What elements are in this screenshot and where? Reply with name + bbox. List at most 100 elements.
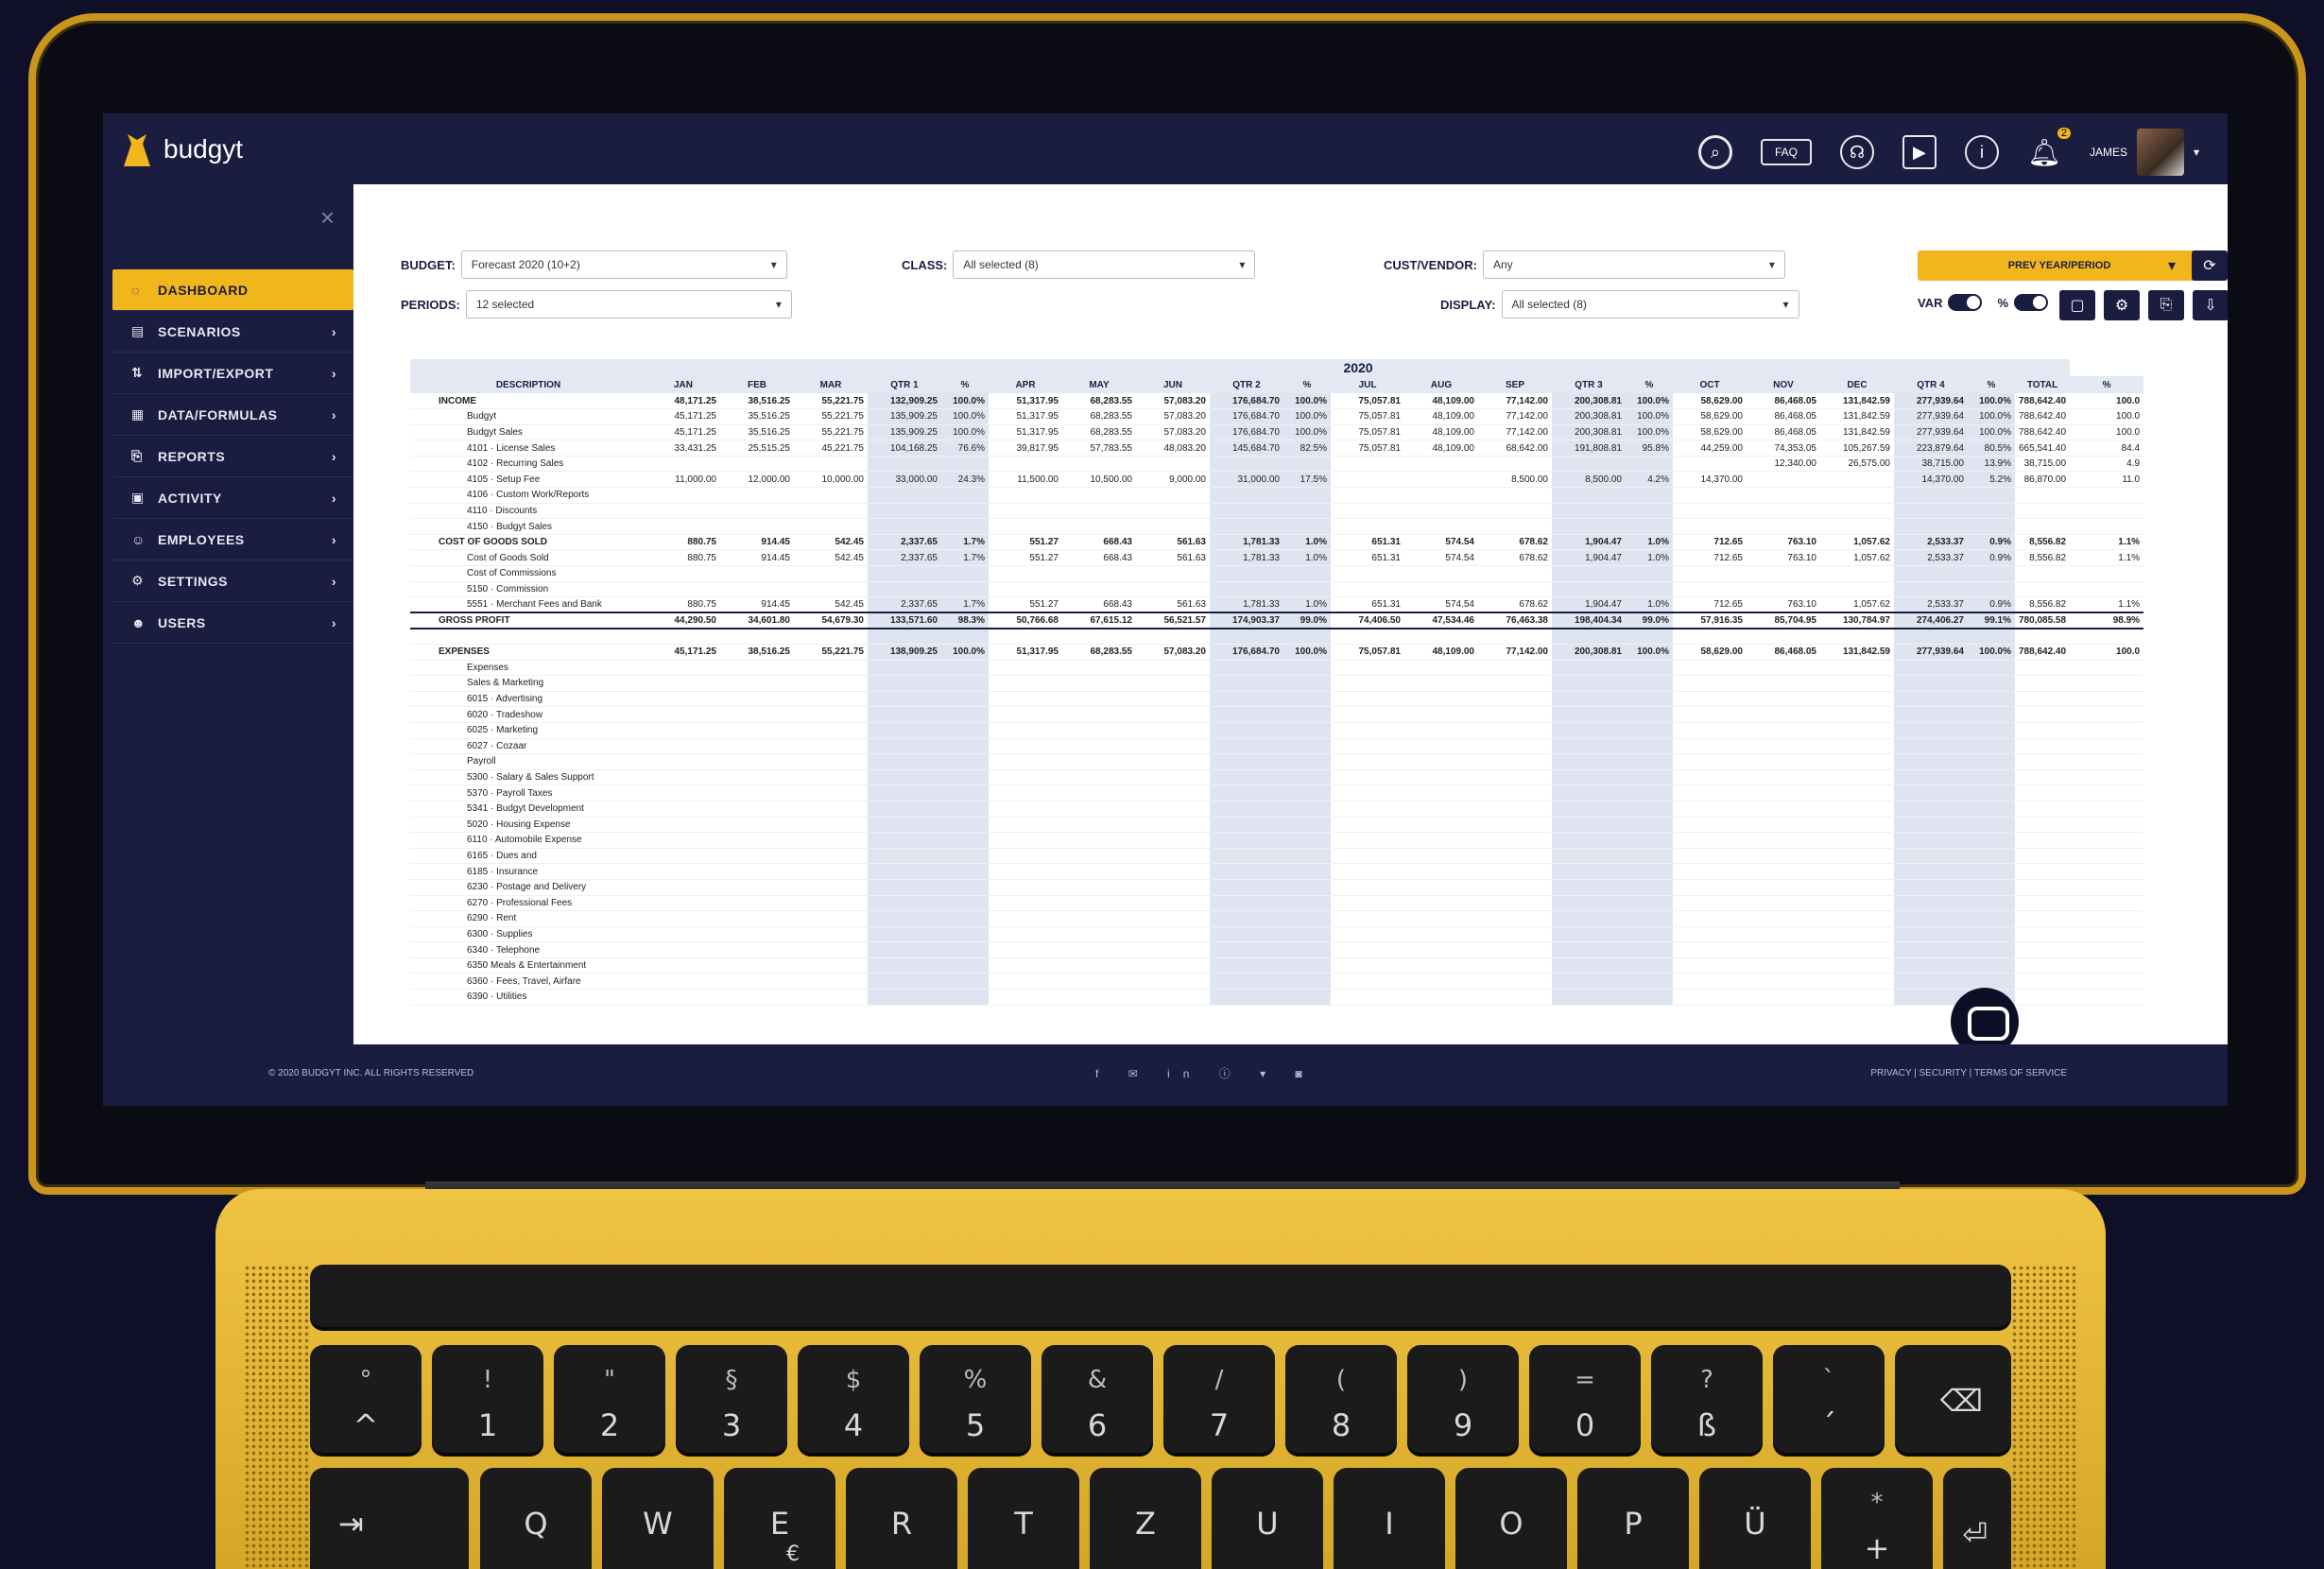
table-cell[interactable]	[720, 722, 794, 739]
table-cell[interactable]	[2070, 879, 2144, 896]
table-cell[interactable]	[868, 769, 941, 786]
table-cell[interactable]	[1820, 518, 1894, 535]
table-cell[interactable]: 17.5%	[1283, 471, 1331, 489]
table-cell[interactable]	[1210, 863, 1283, 880]
table-cell[interactable]	[1478, 973, 1552, 991]
table-cell[interactable]	[868, 738, 941, 755]
table-cell[interactable]: 651.31	[1331, 596, 1404, 613]
table-cell[interactable]	[1626, 973, 1673, 991]
table-cell[interactable]	[646, 801, 720, 818]
table-cell[interactable]	[989, 879, 1062, 896]
table-cell[interactable]	[794, 926, 868, 943]
var-toggle[interactable]	[1948, 294, 1983, 311]
table-cell[interactable]	[1210, 801, 1283, 818]
table-cell[interactable]	[1404, 863, 1478, 880]
table-cell[interactable]	[868, 706, 941, 723]
table-cell[interactable]	[1062, 738, 1136, 755]
table-cell[interactable]: 57,916.35	[1673, 612, 1747, 629]
table-cell[interactable]	[720, 784, 794, 802]
table-cell[interactable]	[1062, 817, 1136, 834]
table-cell[interactable]	[794, 503, 868, 520]
table-cell[interactable]: 100.0%	[1626, 408, 1673, 425]
table-cell[interactable]	[1331, 879, 1404, 896]
table-cell[interactable]	[1136, 989, 1210, 1006]
table-cell[interactable]	[720, 660, 794, 677]
table-cell[interactable]	[1820, 565, 1894, 582]
table-cell[interactable]	[1404, 941, 1478, 958]
table-cell[interactable]	[794, 957, 868, 974]
key[interactable]: W	[602, 1468, 714, 1569]
table-cell[interactable]: 131,842.59	[1820, 408, 1894, 425]
table-cell[interactable]	[1820, 487, 1894, 504]
table-cell[interactable]	[1210, 973, 1283, 991]
table-cell[interactable]	[1673, 722, 1747, 739]
table-cell[interactable]: 561.63	[1136, 534, 1210, 551]
table-cell[interactable]	[1894, 973, 1968, 991]
table-cell[interactable]: 131,842.59	[1820, 393, 1894, 410]
table-cell[interactable]	[1626, 518, 1673, 535]
table-cell[interactable]	[1552, 989, 1626, 1006]
table-cell[interactable]	[941, 456, 989, 473]
sidebar-item-data-formulas[interactable]: ▦ DATA/FORMULAS ›	[112, 394, 353, 436]
table-cell[interactable]	[1478, 769, 1552, 786]
table-cell[interactable]	[941, 706, 989, 723]
table-cell[interactable]	[2015, 706, 2071, 723]
table-cell[interactable]	[1404, 801, 1478, 818]
table-cell[interactable]	[941, 769, 989, 786]
table-cell[interactable]	[1673, 848, 1747, 865]
table-cell[interactable]	[1478, 784, 1552, 802]
video-icon[interactable]: ▶	[1902, 135, 1937, 169]
table-cell[interactable]	[1747, 769, 1820, 786]
table-cell[interactable]: 100.0%	[1626, 393, 1673, 410]
table-cell[interactable]: 176,684.70	[1210, 424, 1283, 441]
table-cell[interactable]: 0.9%	[1968, 549, 2015, 567]
table-cell[interactable]: 100.0%	[1283, 424, 1331, 441]
table-cell[interactable]	[646, 769, 720, 786]
table-cell[interactable]	[868, 565, 941, 582]
table-cell[interactable]: 200,308.81	[1552, 393, 1626, 410]
table-cell[interactable]	[989, 801, 1062, 818]
table-cell[interactable]	[1404, 471, 1478, 489]
table-cell[interactable]: 35,516.25	[720, 408, 794, 425]
table-cell[interactable]	[1210, 456, 1283, 473]
table-row[interactable]: 6270 · Professional Fees	[410, 895, 2144, 912]
table-cell[interactable]	[1626, 660, 1673, 677]
table-cell[interactable]	[1552, 832, 1626, 849]
table-cell[interactable]	[1894, 722, 1968, 739]
table-cell[interactable]	[1283, 675, 1331, 692]
table-cell[interactable]: 86,468.05	[1747, 424, 1820, 441]
table-cell[interactable]	[1331, 660, 1404, 677]
table-cell[interactable]: 85,704.95	[1747, 612, 1820, 629]
table-cell[interactable]	[1478, 895, 1552, 912]
table-cell[interactable]: 176,684.70	[1210, 393, 1283, 410]
table-row[interactable]: 6290 · Rent	[410, 910, 2144, 927]
key[interactable]: § 3	[676, 1345, 787, 1457]
table-cell[interactable]	[1478, 926, 1552, 943]
table-cell[interactable]	[1552, 926, 1626, 943]
table-cell[interactable]	[1968, 848, 2015, 865]
table-cell[interactable]	[1747, 581, 1820, 598]
sidebar-item-scenarios[interactable]: ▤ SCENARIOS ›	[112, 311, 353, 353]
table-cell[interactable]: 223,879.64	[1894, 440, 1968, 457]
table-cell[interactable]	[794, 801, 868, 818]
table-cell[interactable]	[1894, 895, 1968, 912]
key[interactable]: O	[1455, 1468, 1567, 1569]
table-cell[interactable]	[1552, 581, 1626, 598]
table-cell[interactable]	[1673, 879, 1747, 896]
table-cell[interactable]	[1673, 926, 1747, 943]
table-cell[interactable]	[1673, 660, 1747, 677]
table-cell[interactable]	[1673, 895, 1747, 912]
table-cell[interactable]	[1552, 957, 1626, 974]
table-cell[interactable]	[1404, 848, 1478, 865]
table-cell[interactable]: 678.62	[1478, 549, 1552, 567]
table-cell[interactable]	[941, 518, 989, 535]
table-cell[interactable]	[989, 581, 1062, 598]
table-cell[interactable]: 100.0%	[941, 408, 989, 425]
table-row[interactable]: EXPENSES 45,171.25 38,516.25 55,221.75 138,9…	[410, 644, 2144, 661]
table-cell[interactable]	[1331, 706, 1404, 723]
table-row[interactable]: 4102 · Recurring Sales 12,340.00 26,575.00…	[410, 456, 2144, 473]
table-cell[interactable]	[1747, 503, 1820, 520]
table-cell[interactable]	[989, 706, 1062, 723]
table-cell[interactable]	[1552, 910, 1626, 927]
table-cell[interactable]	[1331, 863, 1404, 880]
